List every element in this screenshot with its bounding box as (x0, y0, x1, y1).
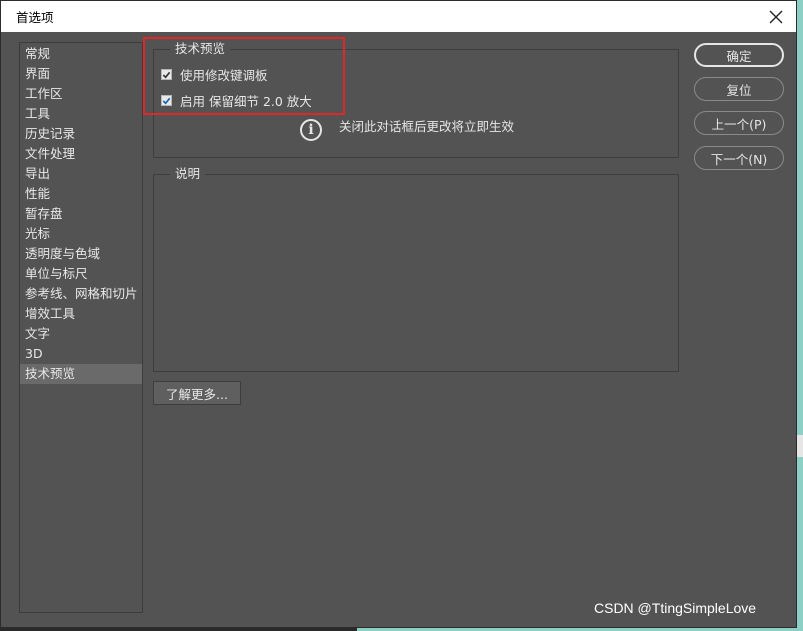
description-group: 说明 (153, 166, 679, 372)
info-icon: i (300, 119, 322, 141)
preferences-sidebar: 常规 界面 工作区 工具 历史记录 文件处理 导出 性能 暂存盘 光标 透明度与… (19, 42, 143, 613)
ok-button[interactable]: 确定 (694, 43, 784, 67)
sidebar-item-tools[interactable]: 工具 (20, 104, 142, 124)
sidebar-item-units-rulers[interactable]: 单位与标尺 (20, 264, 142, 284)
tech-preview-legend: 技术预览 (170, 41, 231, 57)
sidebar-item-type[interactable]: 文字 (20, 324, 142, 344)
preserve-details-checkbox[interactable]: 启用 保留细节 2.0 放大 (161, 91, 312, 110)
sidebar-item-interface[interactable]: 界面 (20, 64, 142, 84)
info-message: i 关闭此对话框后更改将立即生效 (300, 119, 514, 141)
background-scroll-marker (797, 435, 803, 457)
background-edge (797, 0, 803, 631)
sidebar-item-cursors[interactable]: 光标 (20, 224, 142, 244)
sidebar-item-3d[interactable]: 3D (20, 344, 142, 364)
sidebar-item-transparency-gamut[interactable]: 透明度与色域 (20, 244, 142, 264)
sidebar-item-guides-grid-slices[interactable]: 参考线、网格和切片 (20, 284, 142, 304)
title-bar: 首选项 (1, 1, 796, 32)
preferences-dialog: 首选项 常规 界面 工作区 工具 历史记录 文件处理 导出 性能 暂存盘 光标 … (0, 0, 797, 628)
sidebar-item-performance[interactable]: 性能 (20, 184, 142, 204)
modifier-palette-checkbox[interactable]: 使用修改键调板 (161, 65, 268, 84)
sidebar-item-history[interactable]: 历史记录 (20, 124, 142, 144)
modifier-palette-label: 使用修改键调板 (180, 68, 268, 83)
checkbox-checked-icon[interactable] (161, 95, 172, 106)
learn-more-button[interactable]: 了解更多... (153, 381, 241, 405)
watermark-text: CSDN @TtingSimpleLove (594, 600, 757, 616)
preserve-details-label: 启用 保留细节 2.0 放大 (180, 94, 312, 109)
prev-button[interactable]: 上一个(P) (694, 111, 784, 135)
next-button[interactable]: 下一个(N) (694, 146, 784, 170)
info-text: 关闭此对话框后更改将立即生效 (339, 119, 515, 134)
checkbox-checked-icon[interactable] (161, 69, 172, 80)
description-legend: 说明 (170, 166, 206, 182)
sidebar-item-scratch-disks[interactable]: 暂存盘 (20, 204, 142, 224)
sidebar-item-workspace[interactable]: 工作区 (20, 84, 142, 104)
close-icon[interactable] (764, 5, 788, 29)
window-title: 首选项 (16, 10, 54, 25)
sidebar-item-general[interactable]: 常规 (20, 44, 142, 64)
sidebar-item-file-handling[interactable]: 文件处理 (20, 144, 142, 164)
reset-button[interactable]: 复位 (694, 77, 784, 101)
sidebar-item-technology-previews[interactable]: 技术预览 (20, 364, 142, 384)
sidebar-item-plugins[interactable]: 增效工具 (20, 304, 142, 324)
sidebar-item-export[interactable]: 导出 (20, 164, 142, 184)
